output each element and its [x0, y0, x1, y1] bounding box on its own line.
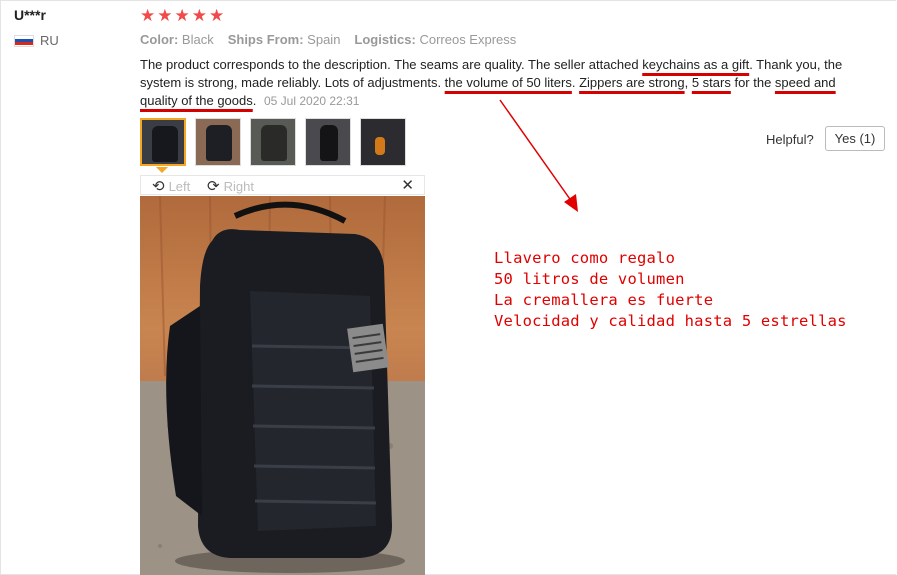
annotation-line-2: 50 litros de volumen — [494, 270, 685, 288]
star-icon: ★ — [209, 6, 225, 25]
reviewer-name: U***r — [14, 7, 46, 23]
annotation-line-1: Llavero como regalo — [494, 249, 676, 267]
review-date: 05 Jul 2020 22:31 — [264, 94, 360, 108]
thumbnail-4[interactable] — [305, 118, 351, 166]
order-meta: Color: Black Ships From: Spain Logistics… — [140, 32, 516, 47]
annotation-line-3: La cremallera es fuerte — [494, 291, 714, 309]
color-meta: Color: Black — [140, 32, 214, 47]
photo-thumbnails — [140, 118, 406, 166]
rotate-left-icon: ⟲ — [152, 178, 165, 195]
reviewer-country: RU — [14, 33, 59, 48]
thumbnail-3[interactable] — [250, 118, 296, 166]
review-photo — [140, 196, 425, 575]
helpful-label: Helpful? — [766, 132, 814, 147]
highlight-gift: keychains as a gift — [642, 57, 750, 72]
spanish-annotation: Llavero como regalo 50 litros de volumen… — [494, 248, 847, 332]
star-icon: ★ — [140, 6, 156, 25]
thumbnail-2[interactable] — [195, 118, 241, 166]
russia-flag-icon — [14, 34, 34, 47]
star-icon: ★ — [174, 6, 190, 25]
helpful-yes-button[interactable]: Yes (1) — [825, 126, 885, 151]
star-icon: ★ — [157, 6, 173, 25]
thumbnail-1[interactable] — [140, 118, 186, 166]
star-rating: ★ ★ ★ ★ ★ — [140, 6, 224, 26]
close-icon[interactable]: ✕ — [401, 176, 414, 194]
red-arrow-annotation — [499, 99, 578, 212]
image-viewer-toolbar: ⟲ Left ⟳ Right ✕ — [140, 175, 425, 195]
annotation-line-4: Velocidad y calidad hasta 5 estrellas — [494, 312, 847, 330]
country-code: RU — [40, 33, 59, 48]
backpack-photo-illustration — [140, 196, 425, 575]
star-icon: ★ — [191, 6, 207, 25]
logistics-meta: Logistics: Correos Express — [354, 32, 517, 47]
highlight-zippers: Zippers are strong — [579, 75, 685, 90]
active-thumbnail-caret — [156, 167, 168, 173]
rotate-right-icon: ⟳ — [207, 178, 220, 195]
thumbnail-5[interactable] — [360, 118, 406, 166]
rotate-left-button[interactable]: ⟲ Left — [152, 177, 190, 195]
highlight-volume: the volume of 50 liters — [444, 75, 572, 90]
rotate-right-button[interactable]: ⟳ Right — [207, 177, 254, 195]
ships-from-meta: Ships From: Spain — [227, 32, 341, 47]
highlight-stars: 5 stars — [691, 75, 731, 90]
